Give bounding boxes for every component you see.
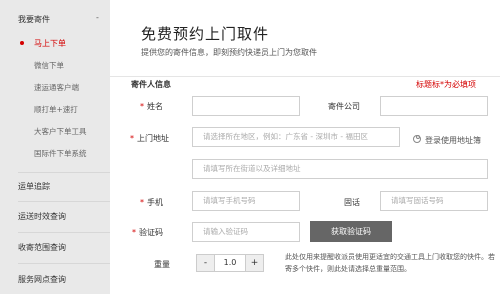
phone-input[interactable]: 请填写固话号码	[380, 191, 488, 211]
user-icon	[413, 135, 421, 143]
sidebar-item-client[interactable]: 速运通客户端	[34, 82, 79, 93]
address-book-link[interactable]: 登录使用地址簿	[425, 135, 481, 146]
address-label: * 上门地址	[130, 134, 169, 143]
weight-hint: 此处仅用来提醒收派员使用更适宜的交通工具上门收取您的快件。若寄多个快件，则此处请…	[285, 253, 495, 273]
divider	[18, 263, 110, 264]
required-note: 标题标*为必填项	[416, 80, 476, 89]
name-label: * 姓名	[140, 102, 163, 111]
street-input[interactable]: 请填写所在街道以及详细地址	[192, 159, 488, 179]
phone-label: 固话	[344, 198, 360, 207]
sidebar-item-wechat-order[interactable]: 微信下单	[34, 60, 64, 71]
sidebar: 我要寄件 - 马上下单 微信下单 速运通客户端 顺打单+速打 大客户下单工具 国…	[0, 0, 110, 294]
name-input[interactable]	[192, 96, 300, 116]
page-title: 免费预约上门取件	[141, 25, 270, 43]
company-label: 寄件公司	[328, 102, 360, 111]
sidebar-header-send[interactable]: 我要寄件	[18, 14, 50, 25]
code-input[interactable]: 请输入验证码	[192, 222, 300, 242]
get-code-button[interactable]: 获取验证码	[310, 221, 392, 242]
main-panel: 免费预约上门取件 提供您的寄件信息，即刻预约快递员上门为您取件 寄件人信息 标题…	[110, 0, 500, 294]
sidebar-item-tracking[interactable]: 运单追踪	[18, 181, 50, 192]
code-label: * 验证码	[132, 228, 163, 237]
divider	[18, 201, 110, 202]
mobile-input[interactable]: 请填写手机号码	[192, 191, 300, 211]
divider	[18, 172, 110, 173]
sidebar-item-timing[interactable]: 运送时效查询	[18, 211, 66, 222]
sidebar-item-enterprise-tool[interactable]: 大客户下单工具	[34, 126, 87, 137]
section-sender-info: 寄件人信息	[131, 80, 171, 89]
weight-stepper: - 1.0 +	[196, 254, 264, 272]
sidebar-item-coverage[interactable]: 收寄范围查询	[18, 242, 66, 253]
weight-label: 重量	[154, 260, 170, 269]
sidebar-item-print[interactable]: 顺打单+速打	[34, 104, 78, 115]
sidebar-item-international[interactable]: 国际件下单系统	[34, 148, 87, 159]
divider	[18, 232, 110, 233]
weight-value[interactable]: 1.0	[215, 255, 245, 271]
sidebar-item-order-now[interactable]: 马上下单	[34, 38, 66, 49]
company-input[interactable]	[380, 96, 488, 116]
collapse-icon[interactable]: -	[96, 13, 99, 22]
decrement-button[interactable]: -	[197, 255, 215, 271]
increment-button[interactable]: +	[245, 255, 263, 271]
active-dot-icon	[20, 41, 24, 45]
sidebar-item-outlets[interactable]: 服务网点查询	[18, 274, 66, 285]
area-select[interactable]: 请选择所在地区，例如：广东省 - 深圳市 - 福田区	[192, 127, 400, 147]
page-subtitle: 提供您的寄件信息，即刻预约快递员上门为您取件	[141, 48, 317, 57]
mobile-label: * 手机	[140, 198, 163, 207]
